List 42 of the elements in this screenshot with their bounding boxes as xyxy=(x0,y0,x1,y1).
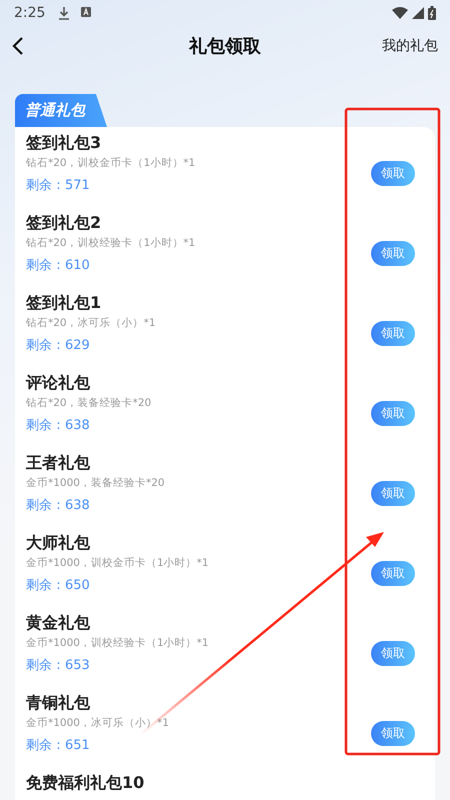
gift-contents: 钻石*20，训校经验卡（1小时）*1 xyxy=(26,236,196,250)
claim-button[interactable]: 领取 xyxy=(371,560,415,586)
remaining-count: 剩余：653 xyxy=(26,657,91,675)
gift-contents: 钻石*20，训校金币卡（1小时）*1 xyxy=(26,156,196,170)
gift-contents: 金币*1000，训校金币卡（1小时）*1 xyxy=(26,556,210,570)
remaining-count: 剩余：650 xyxy=(26,577,91,595)
remaining-count: 剩余：610 xyxy=(26,257,91,275)
signal-icon xyxy=(412,7,424,19)
claim-button[interactable]: 领取 xyxy=(371,160,415,186)
status-time: 2:25 xyxy=(14,5,46,21)
remaining-count: 剩余：638 xyxy=(26,497,91,515)
gift-title: 评论礼包 xyxy=(26,373,91,393)
claim-button[interactable]: 领取 xyxy=(371,720,415,746)
gift-contents: 金币*1000，装备经验卡*20 xyxy=(26,476,166,490)
gift-contents: 金币*1000，冰可乐（小）*1 xyxy=(26,716,170,730)
claim-button[interactable]: 领取 xyxy=(371,240,415,266)
gift-contents: 钻石*20，装备经验卡*20 xyxy=(26,396,152,410)
claim-button[interactable]: 领取 xyxy=(371,400,415,426)
section-tab[interactable]: 普通礼包 xyxy=(15,94,107,127)
gift-title: 签到礼包2 xyxy=(26,213,102,233)
remaining-count: 剩余：571 xyxy=(26,177,91,195)
gift-title: 签到礼包1 xyxy=(26,293,102,313)
remaining-count: 剩余：629 xyxy=(26,337,91,355)
download-icon xyxy=(59,6,70,20)
gift-title: 黄金礼包 xyxy=(26,613,91,633)
gift-title: 王者礼包 xyxy=(26,453,91,473)
gift-title: 免费福利礼包10 xyxy=(26,773,146,793)
gift-title: 大师礼包 xyxy=(26,533,91,553)
gift-title: 青铜礼包 xyxy=(26,693,91,713)
remaining-count: 剩余：651 xyxy=(26,737,91,755)
gift-title: 签到礼包3 xyxy=(26,133,102,153)
my-gifts-link[interactable]: 我的礼包 xyxy=(378,33,442,59)
gift-contents: 钻石*20，冰可乐（小）*1 xyxy=(26,316,157,330)
claim-button[interactable]: 领取 xyxy=(371,640,415,666)
gift-contents: 金币*1000，训校经验卡（1小时）*1 xyxy=(26,636,210,650)
wifi-icon xyxy=(392,7,408,19)
page-title: 礼包领取 xyxy=(189,35,261,58)
notification-icon xyxy=(81,6,92,16)
remaining-count: 剩余：638 xyxy=(26,417,91,435)
battery-icon xyxy=(428,6,436,20)
claim-button[interactable]: 领取 xyxy=(371,320,415,346)
claim-button[interactable]: 领取 xyxy=(371,480,415,506)
